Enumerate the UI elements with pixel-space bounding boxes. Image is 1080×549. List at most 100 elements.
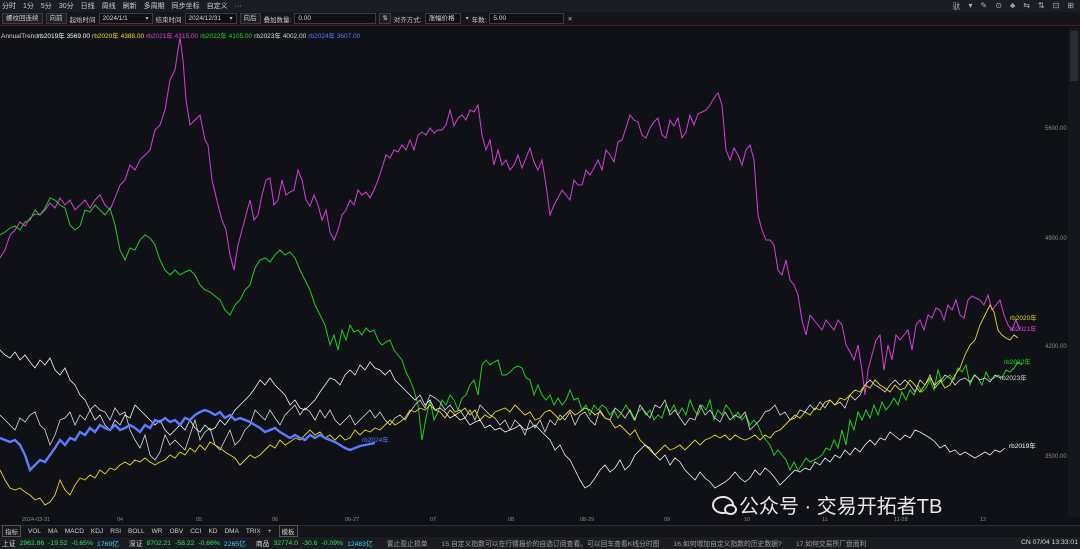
status-bar: 上证 2962.86 -19.52 -0.65% 1769亿 深证 8702.2… xyxy=(0,537,1080,549)
window-icon[interactable]: ⊡ xyxy=(1053,1,1060,12)
indicator-tab-kdj[interactable]: KDJ xyxy=(91,528,103,535)
x-axis-label: 08 xyxy=(508,517,515,523)
annual-trend-chart[interactable]: 5600.00 4900.00 4200.00 3500.00 rb2020年 … xyxy=(0,27,1068,515)
shenzhen-index-volume: 2265亿 xyxy=(223,541,246,548)
spinner-icon[interactable]: ⇅ xyxy=(379,13,391,24)
toolbar: 螺纹回连续 向前 起始时间 2024/1/1 ▾ 结束时间 2024/12/31 ▾… xyxy=(0,12,1080,26)
menu-item-more[interactable]: ··· xyxy=(235,3,242,10)
price-axis-label: 5600.00 xyxy=(1045,126,1067,132)
indicator-tab-ma[interactable]: MA xyxy=(48,528,58,535)
indicator-tab-wr[interactable]: WR xyxy=(152,528,163,535)
layout-icon[interactable]: ⊞ xyxy=(1067,1,1074,12)
indicator-tab-trix[interactable]: TRIX xyxy=(246,528,261,535)
series-end-label-rb2024: rb2024年 xyxy=(362,435,389,444)
chart-background xyxy=(0,27,1068,515)
legend-entry-rb2023: rb2023年 4002.00 xyxy=(254,33,307,40)
start-time-value: 2024/1/1 xyxy=(102,15,128,22)
legend-entry-rb2021: rb2021年 4315.00 xyxy=(146,33,199,40)
shenzhen-index-price: 8702.21 xyxy=(146,539,172,547)
swap-vertical-icon[interactable]: ⇅ xyxy=(1038,1,1045,12)
indicator-tab-kd[interactable]: KD xyxy=(208,528,217,535)
price-axis-label: 4900.00 xyxy=(1045,236,1067,242)
series-end-label-rb2019: rb2019年 xyxy=(1009,441,1036,450)
end-time-input[interactable]: 2024/12/31 ▾ xyxy=(184,13,237,24)
clock: CN 07/04 13:33:01 xyxy=(1020,539,1078,546)
indicator-tab-obv[interactable]: OBV xyxy=(170,528,184,535)
chevron-down-icon: ▾ xyxy=(229,16,233,22)
tip-text-1[interactable]: 置止盈止损单 xyxy=(387,538,428,548)
indicator-tab-dma[interactable]: DMA xyxy=(224,528,238,535)
scrollbar-thumb[interactable] xyxy=(1070,31,1078,81)
commodity-index-price: 32774.0 xyxy=(273,539,299,547)
commodity-index-pct: -0.09% xyxy=(321,539,344,547)
years-label: 年数: xyxy=(471,16,487,24)
contract-select-button[interactable]: 螺纹回连续 xyxy=(2,13,43,24)
start-time-input[interactable]: 2024/1/1 ▾ xyxy=(98,13,153,24)
menu-item-1min[interactable]: 1分 xyxy=(23,1,34,11)
menu-item-30min[interactable]: 30分 xyxy=(59,1,74,11)
settings-icon[interactable]: ♣ xyxy=(1010,1,1015,12)
start-time-label: 起始时间 xyxy=(69,16,96,24)
shenzhen-index-pct: -0.66% xyxy=(198,539,220,547)
indicator-tab-rsi[interactable]: RSI xyxy=(110,528,121,535)
close-icon[interactable]: ✕ xyxy=(567,15,572,23)
account-icon[interactable]: 驮 xyxy=(953,1,961,12)
indicator-tab-cci[interactable]: CCI xyxy=(190,528,201,535)
forward-button[interactable]: 向前 xyxy=(45,13,67,24)
chart-legend: AnnualTrendrb2019年 3569.00 rb2020年 4388.0… xyxy=(1,30,362,40)
align-mode-select[interactable]: 涨幅价格 xyxy=(424,13,461,24)
edit-icon[interactable]: ✎ xyxy=(981,1,988,12)
menu-bar: 分时 1分 5分 30分 日线 周线 刷新 多周期 同步坐标 自定义 ··· 驮… xyxy=(0,0,1080,12)
x-axis-label: 12 xyxy=(980,517,987,523)
template-button[interactable]: 模板 xyxy=(278,525,298,537)
indicator-tab-main[interactable]: 指标 xyxy=(2,525,21,537)
overlay-count-input[interactable]: 0.00 xyxy=(294,13,377,24)
menu-item-custom[interactable]: 自定义 xyxy=(207,1,228,11)
menu-item-5min[interactable]: 5分 xyxy=(41,1,52,11)
legend-entry-rb2020: rb2020年 4388.00 xyxy=(92,33,145,40)
commodity-index-label[interactable]: 商品 xyxy=(256,538,270,548)
back-button[interactable]: 向后 xyxy=(239,13,261,24)
x-axis-label: 2024-03-31 xyxy=(22,517,51,523)
indicator-tab-boll[interactable]: BOLL xyxy=(128,528,145,535)
tip-text-3[interactable]: 16.如何增加自定义指数的历史数据? xyxy=(673,538,781,548)
legend-entry-rb2022: rb2022年 4105.00 xyxy=(200,33,253,40)
swap-horizontal-icon[interactable]: ⇆ xyxy=(1023,1,1030,12)
dropdown-icon[interactable]: ▾ xyxy=(969,1,973,12)
chevron-down-icon[interactable]: ▾ xyxy=(466,15,469,22)
x-axis-label: 06 xyxy=(272,517,279,523)
shenzhen-index-label[interactable]: 深证 xyxy=(129,538,143,548)
shanghai-index-pct: -0.65% xyxy=(71,539,93,547)
x-axis-label: 07 xyxy=(430,517,437,523)
tip-text-2[interactable]: 15.自定义指数可以在行情报价的自选订阅查看。可以回车查看K线分时图 xyxy=(442,538,660,548)
menu-item-refresh[interactable]: 刷新 xyxy=(123,1,137,11)
commodity-index-change: -30.6 xyxy=(302,539,318,547)
vertical-scrollbar[interactable] xyxy=(1068,27,1080,517)
align-mode-label: 对齐方式: xyxy=(393,16,422,24)
shanghai-index-change: -19.52 xyxy=(48,539,68,547)
shanghai-index-price: 2962.86 xyxy=(19,539,45,547)
tip-text-4[interactable]: 17.如何交易所厂盘面利 xyxy=(796,538,867,548)
indicator-bar: 指标 VOL MA MACD KDJ RSI BOLL WR OBV CCI K… xyxy=(0,525,1080,537)
target-icon[interactable]: ⊙ xyxy=(995,1,1002,12)
menu-item-sync-axis[interactable]: 同步坐标 xyxy=(172,1,200,11)
shanghai-index-label[interactable]: 上证 xyxy=(2,538,16,548)
price-axis-label: 3500.00 xyxy=(1045,454,1067,460)
legend-entry-rb2024: rb2024年 3607.00 xyxy=(308,33,361,40)
watermark: 公众号 · 交易开拓者TB xyxy=(712,490,942,519)
years-input[interactable]: 5.00 xyxy=(489,13,565,24)
menu-item-weekly[interactable]: 周线 xyxy=(102,1,116,11)
indicator-tab-vol[interactable]: VOL xyxy=(28,528,41,535)
add-indicator-button[interactable]: + xyxy=(268,528,272,535)
shenzhen-index-change: -58.22 xyxy=(175,539,195,547)
x-axis-label: 09 xyxy=(664,517,671,523)
menu-item-multi-period[interactable]: 多周期 xyxy=(144,1,165,11)
series-end-label-rb2020: rb2020年 xyxy=(1010,313,1037,322)
chevron-down-icon: ▾ xyxy=(145,16,149,22)
menu-item-daily[interactable]: 日线 xyxy=(81,1,95,11)
series-end-label-rb2022: rb2022年 xyxy=(1004,357,1031,366)
overlay-count-label: 叠加数量: xyxy=(263,16,292,24)
x-axis-label: 04 xyxy=(117,517,124,523)
menu-item-fenshi[interactable]: 分时 xyxy=(2,1,16,11)
indicator-tab-macd[interactable]: MACD xyxy=(65,528,84,535)
